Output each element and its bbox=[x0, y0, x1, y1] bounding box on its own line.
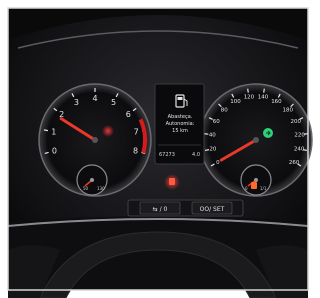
tachometer-label: 3 bbox=[74, 98, 79, 107]
tachometer-label: 8 bbox=[133, 147, 138, 156]
tachometer-hub bbox=[92, 137, 98, 143]
speedometer-tick bbox=[263, 88, 265, 93]
speedometer-label: 0 bbox=[216, 160, 220, 166]
set-button-label: OO/ SET bbox=[200, 206, 225, 213]
speedometer: 020406080100120 140160180200220240260 0 1… bbox=[199, 83, 313, 197]
speedometer-label: 20 bbox=[209, 147, 216, 153]
speedometer-label: 240 bbox=[294, 147, 305, 153]
tachometer-label: 6 bbox=[126, 110, 131, 119]
fuel-hub bbox=[254, 178, 258, 182]
coolant-min-label: 50 bbox=[83, 186, 89, 191]
tachometer-label: 0 bbox=[52, 147, 57, 156]
tachometer-label: 5 bbox=[111, 98, 116, 107]
fuel-pump-icon-window bbox=[177, 97, 183, 100]
speedometer-label: 180 bbox=[282, 107, 293, 113]
tachometer-label: 4 bbox=[92, 94, 97, 103]
display-message-line1: Abasteça. bbox=[168, 114, 193, 120]
low-fuel-icon-body bbox=[251, 182, 257, 189]
speedometer-tick bbox=[204, 149, 210, 151]
speedometer-label: 200 bbox=[291, 119, 302, 125]
low-fuel-warning-icon bbox=[251, 182, 257, 189]
fuel-full-label: 1/1 bbox=[260, 186, 267, 191]
reset-button-label: ⇆ / 0 bbox=[153, 206, 168, 213]
instrument-cluster: 0123 4 5678 50 130 020406080100120 14016018… bbox=[7, 7, 313, 298]
set-button[interactable]: OO/ SET bbox=[191, 201, 233, 215]
center-warning-light-icon bbox=[169, 178, 175, 185]
speedometer-label: 160 bbox=[271, 99, 282, 105]
display-message-line2: Autonomia: bbox=[166, 121, 195, 127]
display-message-line3: 15 km bbox=[172, 128, 188, 134]
speedometer-label: 260 bbox=[289, 160, 300, 166]
coolant-max-label: 130 bbox=[97, 186, 105, 191]
speedometer-label: 220 bbox=[294, 133, 305, 139]
coolant-hub bbox=[90, 178, 94, 182]
tachometer-glow bbox=[102, 125, 114, 137]
tachometer-tick bbox=[43, 129, 49, 132]
reset-button[interactable]: ⇆ / 0 bbox=[139, 201, 181, 215]
speedometer-label: 80 bbox=[221, 107, 228, 113]
trip-value: 4.0 bbox=[192, 152, 200, 158]
speedometer-label: 100 bbox=[230, 99, 241, 105]
tachometer: 0123 4 5678 50 130 bbox=[38, 83, 152, 197]
odometer-value: 67273 bbox=[159, 152, 175, 158]
speedometer-label: 40 bbox=[209, 133, 216, 139]
speedometer-label: 120 bbox=[244, 94, 255, 100]
tachometer-label: 7 bbox=[134, 128, 139, 137]
speedometer-tick bbox=[247, 88, 249, 93]
speedometer-label: 140 bbox=[258, 94, 269, 100]
center-display: Abasteça. Autonomia: 15 km 67273 4.0 bbox=[154, 83, 205, 165]
speedometer-hub bbox=[253, 137, 259, 143]
tachometer-label: 1 bbox=[51, 128, 56, 137]
speedometer-label: 60 bbox=[213, 119, 220, 125]
